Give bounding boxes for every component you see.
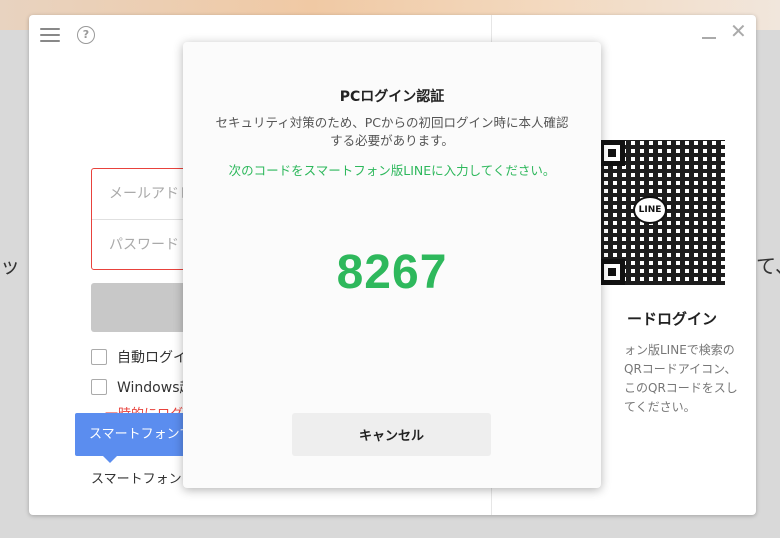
- qr-finder-pattern: [599, 259, 625, 285]
- qr-finder-pattern: [599, 140, 625, 166]
- cancel-button[interactable]: キャンセル: [292, 413, 491, 456]
- verification-code: 8267: [336, 246, 448, 299]
- dialog-title: PCログイン認証: [339, 89, 445, 105]
- qr-login-description: ォン版LINEで検索のQRコードアイコン、このQRコードをスしてください。: [624, 343, 738, 414]
- qr-line-logo-icon: LINE: [633, 196, 667, 224]
- close-window-icon[interactable]: ✕: [730, 21, 747, 41]
- dialog-message: セキュリティ対策のため、PCからの初回ログイン時に本人確認する必要があります。: [215, 115, 569, 148]
- hamburger-menu-icon[interactable]: [40, 28, 60, 42]
- help-icon[interactable]: ?: [77, 26, 95, 44]
- windows-startup-checkbox-row[interactable]: Windows起: [91, 377, 194, 397]
- dialog-instruction: 次のコードをスマートフォン版LINEに入力してください。: [228, 163, 556, 178]
- pc-login-auth-dialog: PCログイン認証 セキュリティ対策のため、PCからの初回ログイン時に本人確認する…: [183, 42, 601, 488]
- windows-startup-checkbox[interactable]: [91, 379, 107, 395]
- minimize-icon[interactable]: [702, 37, 716, 39]
- desktop-text-left: ッ: [0, 254, 20, 278]
- auto-login-checkbox[interactable]: [91, 349, 107, 365]
- qr-login-title: ードログイン: [627, 310, 718, 328]
- desktop-text-right: て、: [756, 254, 780, 278]
